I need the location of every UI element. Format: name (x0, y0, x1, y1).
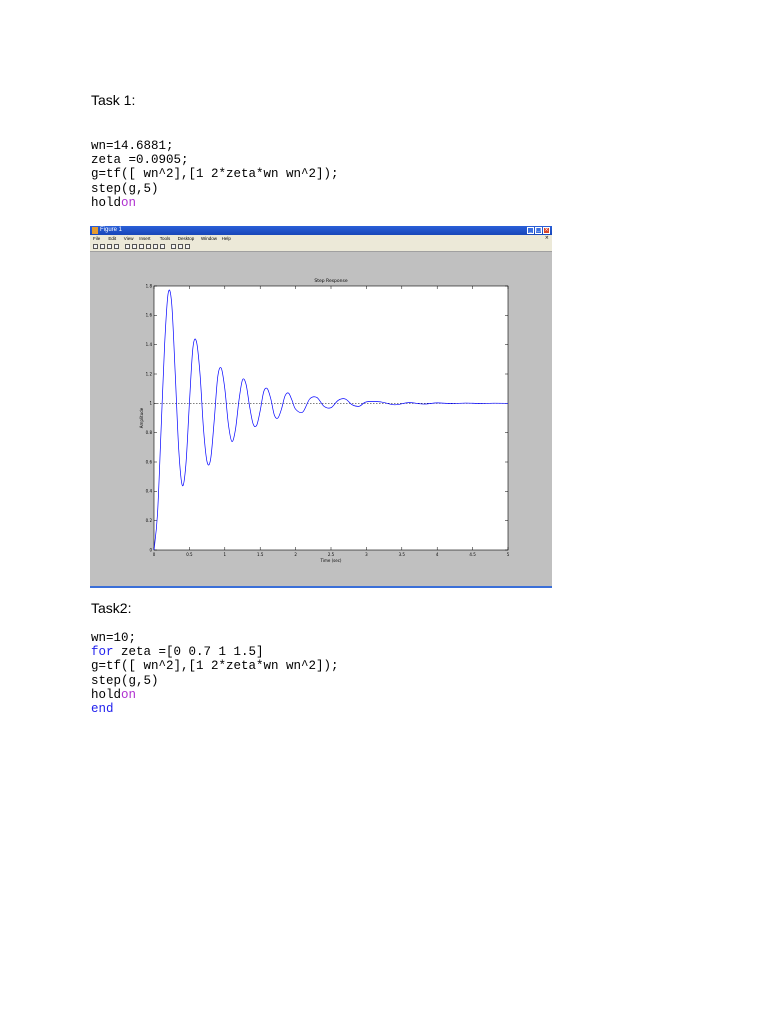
y-tick-label: 1.6 (146, 313, 153, 318)
task2-code-block: wn=10; for zeta =[0 0.7 1 1.5] g=tf([ wn^2… (91, 631, 339, 716)
code-token: for (91, 645, 114, 660)
code-token: on (121, 195, 137, 210)
x-tick-label: 5 (507, 552, 510, 557)
y-tick-label: 1.4 (146, 342, 153, 347)
y-tick-label: 1.2 (146, 371, 153, 376)
code-token: hold (91, 195, 122, 210)
code-line: for zeta =[0 0.7 1 1.5] (91, 645, 339, 659)
y-tick-label: 0.2 (146, 518, 153, 523)
code-line: zeta =0.0905; (91, 153, 339, 167)
code-token: zeta =0.0905; (91, 153, 189, 168)
code-line: step(g,5) (91, 674, 339, 688)
code-line: holdon (91, 688, 339, 702)
y-tick-label: 1.8 (146, 283, 153, 288)
chart-title: Step Response (314, 278, 348, 284)
code-line: end (91, 702, 339, 716)
code-token: g=tf([ wn^2],[1 2*zeta*wn wn^2]); (91, 167, 339, 182)
x-tick-label: 3 (365, 552, 368, 557)
x-tick-label: 0.5 (186, 552, 193, 557)
code-line: wn=10; (91, 631, 339, 645)
step-response-chart: 0 0.5 1 1.5 2 2.5 3 3.5 4 4.5 500.20.40.60.811.21.… (139, 278, 510, 563)
code-token: zeta =[0 0.7 1 1.5] (113, 645, 264, 660)
code-line: wn=14.6881; (91, 139, 339, 153)
code-line: step(g,5) (91, 182, 339, 196)
task2-heading: Task2: (91, 600, 132, 616)
x-tick-label: 1.5 (257, 552, 264, 557)
task1-heading: Task 1: (91, 92, 136, 108)
y-axis-label: Amplitude (139, 407, 144, 428)
code-line: holdon (91, 196, 339, 210)
x-axis-label: Time (sec) (320, 558, 342, 563)
task1-code-block: wn=14.6881; zeta =0.0905; g=tf([ wn^2],[1 … (91, 139, 339, 210)
code-line: g=tf([ wn^2],[1 2*zeta*wn wn^2]); (91, 659, 339, 673)
code-token: wn=14.6881; (91, 139, 174, 153)
x-tick-label: 4.5 (469, 552, 476, 557)
code-token: step(g,5) (91, 673, 159, 688)
code-token: step(g,5) (91, 181, 159, 196)
code-token: hold (91, 687, 122, 702)
plot-area (153, 285, 509, 551)
x-tick-label: 2.5 (328, 552, 335, 557)
x-tick-label: 3.5 (399, 552, 406, 557)
y-tick-label: 0.8 (146, 430, 153, 435)
y-tick-label: 1 (149, 401, 152, 406)
code-token: end (91, 701, 114, 716)
code-line: g=tf([ wn^2],[1 2*zeta*wn wn^2]); (91, 167, 339, 181)
x-tick-label: 1 (224, 552, 227, 557)
y-tick-label: 0.6 (146, 459, 153, 464)
x-tick-label: 2 (294, 552, 297, 557)
code-token: on (121, 687, 137, 702)
code-token: g=tf([ wn^2],[1 2*zeta*wn wn^2]); (91, 659, 339, 674)
matlab-figure-window: Figure 1 _ □ × File Edit View Insert Tools De… (90, 226, 552, 588)
code-token: wn=10; (91, 631, 137, 645)
y-tick-label: 0.4 (146, 489, 153, 494)
x-tick-label: 0 (153, 552, 156, 557)
x-tick-label: 4 (436, 552, 439, 557)
